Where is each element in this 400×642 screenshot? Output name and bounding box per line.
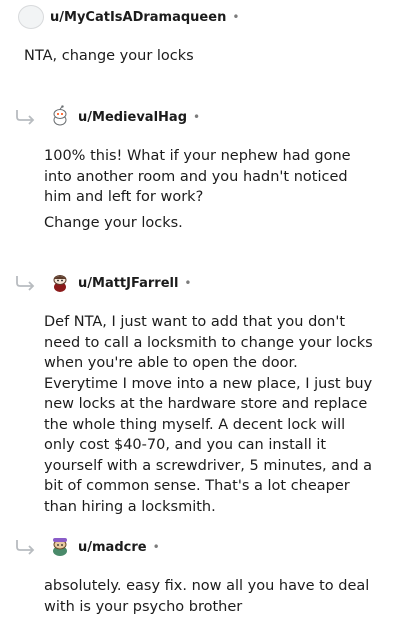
comment-paragraph: absolutely. easy fix. now all you have t…: [44, 578, 370, 615]
comment-paragraph: NTA, change your locks: [24, 48, 194, 64]
separator-dot: •: [193, 110, 201, 124]
separator-dot: •: [232, 10, 240, 24]
snoo-avatar-icon[interactable]: [48, 105, 72, 129]
snoo-avatar-icon[interactable]: [48, 271, 72, 295]
snoo-avatar-icon[interactable]: [48, 535, 72, 559]
comment: u/madcre • absolutely. easy fix. now all…: [0, 532, 400, 622]
comment-body: Def NTA, I just want to add that you don…: [44, 312, 374, 517]
comment-body: NTA, change your locks: [24, 46, 384, 67]
username[interactable]: u/MedievalHag: [78, 110, 187, 125]
blank-avatar-icon[interactable]: [18, 5, 44, 29]
comment-header: u/MyCatIsADramaqueen •: [0, 2, 400, 32]
comment-body: absolutely. easy fix. now all you have t…: [44, 576, 384, 617]
comment: u/MedievalHag • 100% this! What if your …: [0, 102, 400, 238]
username[interactable]: u/MattJFarrell: [78, 276, 178, 291]
username[interactable]: u/madcre: [78, 540, 147, 555]
comment-paragraph: Change your locks.: [44, 214, 183, 231]
comment: u/MattJFarrell • Def NTA, I just want to…: [0, 268, 400, 522]
comment-header: u/MattJFarrell •: [0, 268, 400, 298]
comment-paragraph: 100% this! What if your nephew had gone …: [44, 148, 351, 205]
reply-arrow-icon: [16, 110, 35, 125]
comment: u/MyCatIsADramaqueen • NTA, change your …: [0, 2, 400, 72]
comment-header: u/madcre •: [0, 532, 400, 562]
reply-arrow-icon: [16, 540, 35, 555]
separator-dot: •: [152, 540, 160, 554]
separator-dot: •: [184, 276, 192, 290]
comment-body: 100% this! What if your nephew had gone …: [44, 146, 364, 233]
reply-arrow-icon: [16, 276, 35, 291]
username[interactable]: u/MyCatIsADramaqueen: [50, 10, 226, 25]
comment-paragraph: Def NTA, I just want to add that you don…: [44, 314, 373, 515]
comment-header: u/MedievalHag •: [0, 102, 400, 132]
